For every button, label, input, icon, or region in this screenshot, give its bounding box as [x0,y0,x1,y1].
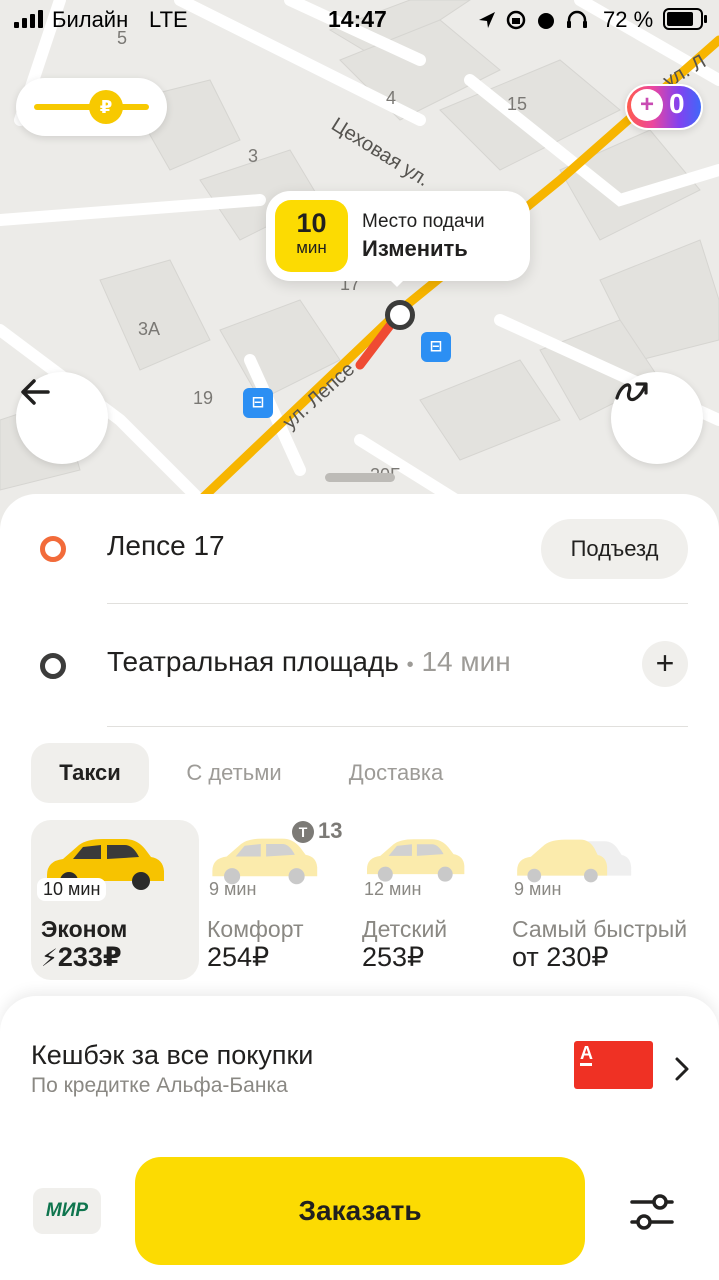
surge-bolt-icon: ⚡ [41,945,58,972]
tariff-fastest[interactable]: 9 мин Самый быстрый от 230₽ [502,820,712,980]
tariff-eta: 10 мин [37,878,107,901]
add-stop-button[interactable]: + [642,641,688,687]
ruble-coin-icon: ₽ [89,90,123,124]
tariff-eta: 12 мин [364,879,422,899]
tariff-price: от 230₽ [512,942,609,972]
separator-dot: • [406,654,414,676]
house-number: 3 [248,146,258,166]
tariff-eta: 9 мин [209,879,257,899]
destination-dot-icon [40,653,66,679]
alfa-bank-card-icon: А [574,1041,653,1089]
route-icon [615,382,648,402]
tariff-name: Эконом [41,916,128,942]
plus-points-count: 0 [669,88,685,119]
battery-icon [663,8,707,30]
pickup-eta-value: 10 [296,208,327,238]
pickup-eta: 10 мин [275,200,348,272]
tab-with-kids[interactable]: С детьми [166,743,302,803]
payment-method-button[interactable]: МИР [33,1188,101,1234]
plus-logo-icon: + [631,89,663,121]
divider [107,603,688,604]
tariff-name: Комфорт [207,916,304,942]
entrance-button[interactable]: Подъезд [541,519,688,579]
cashback-subtitle: По кредитке Альфа-Банка [31,1074,288,1097]
tariff-price: ⚡233₽ [41,942,122,973]
bus-stop-icon[interactable]: ⊟ [243,388,273,418]
pickup-pin-icon[interactable] [385,300,415,330]
pickup-title: Место подачи [362,211,485,232]
carrier-name: Билайн [52,7,129,32]
plus-icon: + [655,645,675,681]
house-number: 19 [193,388,213,408]
tariff-comfort[interactable]: 9 мин Комфорт 254₽ [197,820,347,980]
sheet-drag-handle[interactable] [325,473,395,482]
tariff-kids[interactable]: 12 мин Детский 253₽ [352,820,502,980]
house-number: 3А [138,319,160,339]
route-button[interactable] [611,372,703,464]
settings-sliders-icon[interactable] [628,1190,676,1234]
tariff-price: 254₽ [207,942,270,972]
tariff-price: 253₽ [362,942,425,972]
tab-taxi[interactable]: Такси [31,743,149,803]
destination-address[interactable]: Театральная площадь • 14 мин [107,646,511,678]
bank-logo-letter: А [580,1043,593,1063]
battery-percent: 72 % [603,7,654,32]
status-icons [479,10,587,30]
tariff-eta: 9 мин [514,879,562,899]
house-number: 15 [507,94,527,114]
bus-stop-icon[interactable]: ⊟ [421,332,451,362]
clock: 14:47 [328,6,387,32]
arrow-left-icon [21,379,50,405]
tab-delivery[interactable]: Доставка [326,743,466,803]
destination-name: Театральная площадь [107,646,399,677]
tooltip-tail [387,277,407,287]
cashback-title[interactable]: Кешбэк за все покупки [31,1040,313,1071]
map[interactable]: 5 4 15 3 3А 17 19 20Г ул. Лепсе Цеховая … [0,0,719,540]
pickup-tooltip[interactable]: 10 мин Место подачи Изменить [266,191,530,287]
order-button[interactable]: Заказать [135,1157,585,1265]
pickup-eta-unit: мин [296,238,327,257]
tariff-price-value: 233₽ [57,942,122,972]
pickup-change-link[interactable]: Изменить [362,236,468,262]
cashback-pill[interactable]: ₽ [16,78,167,136]
house-number: 4 [386,88,396,108]
signal-icon [14,10,46,28]
tariff-name: Детский [362,916,448,942]
plus-points-badge[interactable]: + 0 [625,84,703,130]
destination-duration: 14 мин [421,646,511,677]
origin-address[interactable]: Лепсе 17 [107,530,225,562]
network-type: LTE [149,7,188,32]
tariff-economy[interactable]: 10 мин Эконом ⚡233₽ [31,820,199,980]
back-button[interactable] [16,372,108,464]
divider [107,726,688,727]
origin-dot-icon [40,536,66,562]
status-bar: Билайн LTE 14:47 72 % [0,0,719,40]
tariff-name: Самый быстрый [512,916,688,942]
chevron-right-icon[interactable] [670,1054,694,1084]
